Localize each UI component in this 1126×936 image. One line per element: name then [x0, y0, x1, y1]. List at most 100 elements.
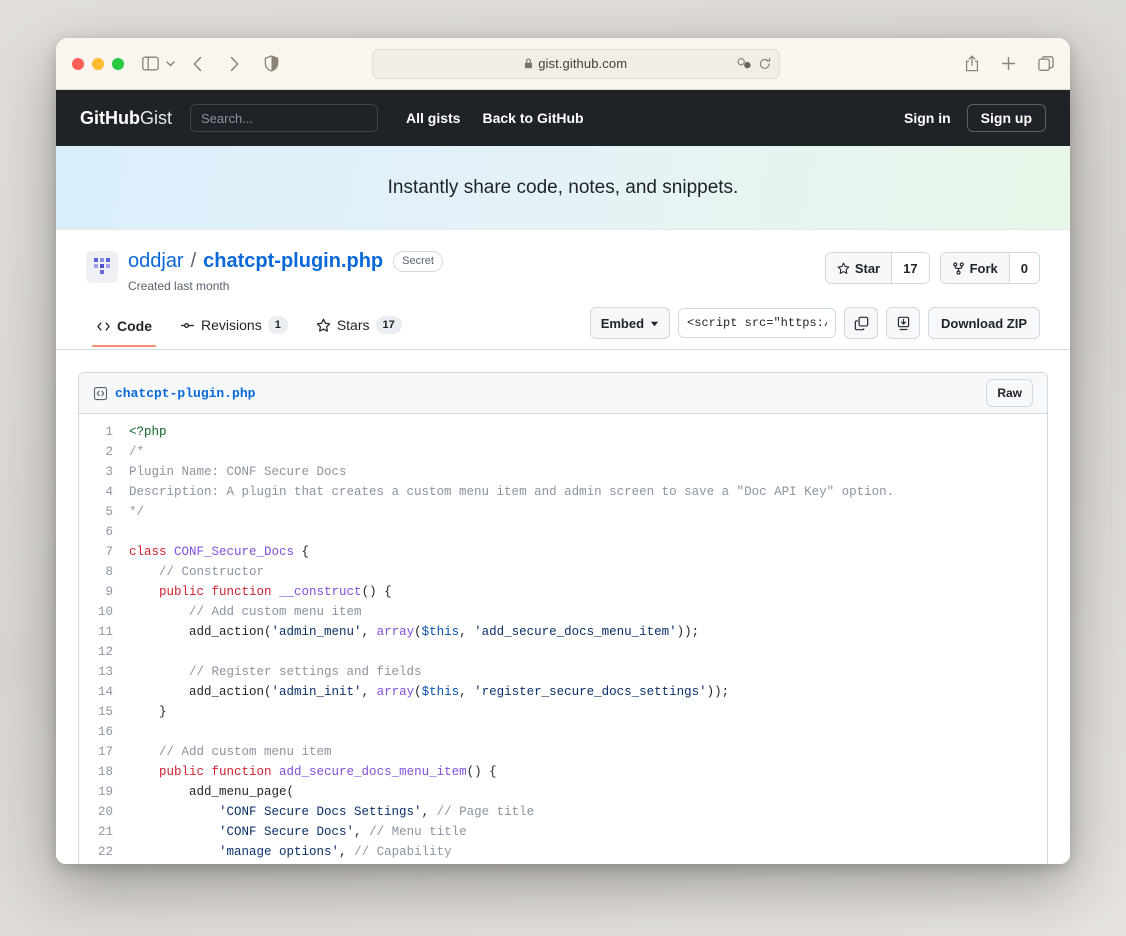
address-bar[interactable]: gist.github.com	[372, 49, 780, 79]
line-number: 10	[79, 602, 127, 622]
tab-revisions[interactable]: Revisions 1	[170, 310, 298, 347]
back-arrow-icon[interactable]	[192, 56, 204, 72]
forward-arrow-icon[interactable]	[228, 56, 240, 72]
star-icon	[837, 262, 850, 275]
code-token: () {	[362, 585, 392, 599]
code-token: 'CONF Secure Docs'	[219, 825, 354, 839]
new-tab-icon[interactable]	[1001, 56, 1016, 71]
embed-url-input[interactable]	[678, 308, 836, 338]
line-number: 2	[79, 442, 127, 462]
code-line-content: public function add_secure_docs_menu_ite…	[127, 762, 497, 782]
privacy-shield-icon[interactable]	[264, 55, 279, 72]
save-gist-button[interactable]	[886, 307, 920, 339]
avatar[interactable]	[86, 251, 118, 283]
auth-actions: Sign in Sign up	[904, 104, 1046, 132]
copy-icon	[854, 316, 869, 331]
code-token: 'admin_init'	[272, 685, 362, 699]
code-token: ,	[354, 825, 369, 839]
line-number: 8	[79, 562, 127, 582]
line-number: 18	[79, 762, 127, 782]
file-code-icon	[93, 386, 108, 401]
tab-code[interactable]: Code	[86, 312, 162, 346]
code-token: /*	[129, 445, 144, 459]
line-number: 20	[79, 802, 127, 822]
code-line-content: // Add custom menu item	[127, 742, 332, 762]
gist-filename-link[interactable]: chatcpt-plugin.php	[203, 250, 383, 273]
code-line-content: add_action('admin_init', array($this, 'r…	[127, 682, 729, 702]
code-token: () {	[467, 765, 497, 779]
code-token: add_action(	[129, 625, 272, 639]
code-line: 13 // Register settings and fields	[79, 662, 1047, 682]
share-icon[interactable]	[965, 55, 979, 72]
code-token: $this	[422, 685, 460, 699]
code-line-content: Plugin Name: CONF Secure Docs	[127, 462, 347, 482]
nav-all-gists[interactable]: All gists	[406, 110, 460, 126]
stars-icon	[316, 318, 331, 333]
maximize-window-button[interactable]	[112, 58, 124, 70]
minimize-window-button[interactable]	[92, 58, 104, 70]
tagline-text: Instantly share code, notes, and snippet…	[388, 177, 739, 199]
visibility-badge: Secret	[393, 251, 443, 272]
code-token: add_action(	[129, 685, 272, 699]
lock-icon	[524, 58, 533, 69]
gist-logo[interactable]: GitHubGist	[80, 108, 172, 129]
chevron-down-icon[interactable]	[165, 58, 176, 69]
line-number: 11	[79, 622, 127, 642]
code-line-content: */	[127, 502, 144, 522]
code-token: // Page title	[437, 805, 535, 819]
tab-revisions-label: Revisions	[201, 317, 262, 333]
code-line: 10 // Add custom menu item	[79, 602, 1047, 622]
extensions-icon[interactable]	[737, 58, 752, 70]
tab-stars[interactable]: Stars 17	[306, 310, 412, 347]
code-token: ,	[422, 805, 437, 819]
browser-toolbar: gist.github.com	[56, 38, 1070, 90]
code-line: 11 add_action('admin_menu', array($this,…	[79, 622, 1047, 642]
code-line-content: 'manage options', // Capability	[127, 842, 452, 862]
search-input[interactable]	[190, 104, 378, 132]
code-token: 'manage options'	[219, 845, 339, 859]
code-token	[129, 805, 219, 819]
code-line: 6	[79, 522, 1047, 542]
star-button-group[interactable]: Star 17	[825, 252, 930, 284]
tagline-banner: Instantly share code, notes, and snippet…	[56, 146, 1070, 230]
embed-dropdown-label: Embed	[601, 316, 644, 331]
code-token: // Add custom menu item	[129, 605, 362, 619]
line-number: 1	[79, 422, 127, 442]
sign-in-button[interactable]: Sign in	[904, 110, 951, 126]
gist-tabs-row: Code Revisions 1	[56, 293, 1070, 350]
star-button[interactable]: Star	[826, 253, 891, 283]
raw-button[interactable]: Raw	[986, 379, 1033, 407]
gist-owner-link[interactable]: oddjar	[128, 250, 184, 273]
nav-back-to-github[interactable]: Back to GitHub	[482, 110, 583, 126]
code-line: 4Description: A plugin that creates a cu…	[79, 482, 1047, 502]
sidebar-toggle-icon[interactable]	[142, 56, 159, 71]
code-token: // Capability	[354, 845, 452, 859]
code-line: 9 public function __construct() {	[79, 582, 1047, 602]
code-viewer[interactable]: 1<?php2/*3Plugin Name: CONF Secure Docs4…	[79, 414, 1047, 864]
title-separator: /	[191, 250, 197, 273]
line-number: 9	[79, 582, 127, 602]
download-zip-button[interactable]: Download ZIP	[928, 307, 1040, 339]
reload-icon[interactable]	[759, 57, 771, 70]
code-line-content: add_action('admin_menu', array($this, 'a…	[127, 622, 699, 642]
sign-up-button[interactable]: Sign up	[967, 104, 1046, 132]
code-line-content: <?php	[127, 422, 167, 442]
code-line-content: // Add custom menu item	[127, 602, 362, 622]
code-token: <?php	[129, 425, 167, 439]
line-number: 4	[79, 482, 127, 502]
tab-overview-icon[interactable]	[1038, 56, 1054, 72]
code-token: ));	[677, 625, 700, 639]
line-number: 22	[79, 842, 127, 862]
code-token: Description: A plugin that creates a cus…	[129, 485, 894, 499]
line-number: 14	[79, 682, 127, 702]
fork-button[interactable]: Fork	[941, 253, 1009, 283]
code-token: add_menu_page(	[129, 785, 294, 799]
close-window-button[interactable]	[72, 58, 84, 70]
copy-embed-button[interactable]	[844, 307, 878, 339]
file-name[interactable]: chatcpt-plugin.php	[115, 386, 255, 401]
embed-dropdown-button[interactable]: Embed	[590, 307, 670, 339]
code-token: (	[414, 685, 422, 699]
code-line-content: 'CONF Secure Docs', // Menu title	[127, 822, 467, 842]
fork-button-group[interactable]: Fork 0	[940, 252, 1040, 284]
line-number: 6	[79, 522, 127, 542]
